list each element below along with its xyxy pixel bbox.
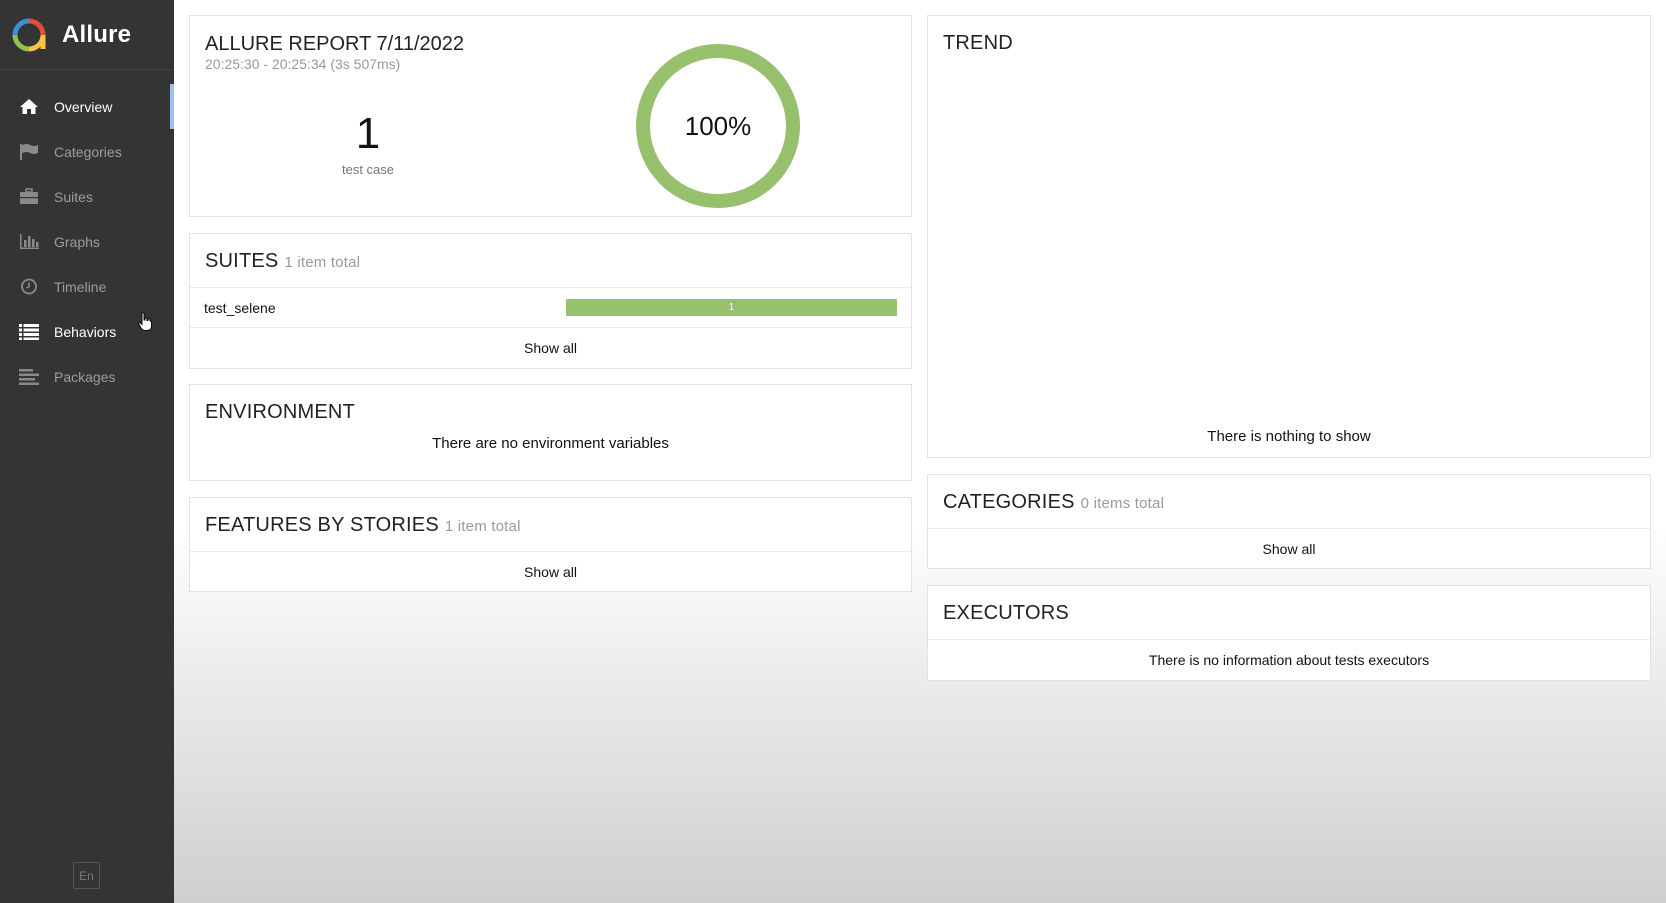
allure-logo-icon <box>12 18 46 51</box>
executors-widget: EXECUTORS There is no information about … <box>927 585 1651 681</box>
categories-show-all-link[interactable]: Show all <box>928 529 1650 569</box>
executors-header: EXECUTORS <box>928 586 1650 640</box>
categories-header: CATEGORIES 0 items total <box>928 475 1650 529</box>
environment-title: ENVIRONMENT <box>205 401 355 423</box>
suite-name: test_selene <box>204 299 276 316</box>
sidebar-nav: Overview Categories Suites Graphs Timeli… <box>0 84 174 399</box>
features-count: 1 item total <box>444 518 521 535</box>
sidebar-item-packages[interactable]: Packages <box>0 354 174 399</box>
sidebar-item-label: Categories <box>54 143 122 160</box>
language-button[interactable]: En <box>73 862 100 889</box>
trend-header: TREND <box>928 16 1650 55</box>
table-row[interactable]: test_selene 1 <box>190 288 911 328</box>
summary-widget: ALLURE REPORT 7/11/2022 20:25:30 - 20:25… <box>189 15 912 217</box>
sidebar-item-label: Graphs <box>54 233 100 250</box>
features-title-text: FEATURES BY STORIES <box>205 514 439 536</box>
brand[interactable]: Allure <box>0 0 174 70</box>
test-case-count: 1 <box>355 109 381 158</box>
list-icon <box>18 323 40 341</box>
suites-count: 1 item total <box>284 254 361 271</box>
features-header: FEATURES BY STORIES 1 item total <box>190 498 911 552</box>
report-time: 20:25:30 - 20:25:34 (3s 507ms) <box>205 56 401 72</box>
suites-title: SUITES 1 item total <box>205 250 360 272</box>
features-title: FEATURES BY STORIES 1 item total <box>205 514 521 536</box>
sidebar-item-graphs[interactable]: Graphs <box>0 219 174 264</box>
bar-chart-icon <box>18 233 40 251</box>
suites-title-text: SUITES <box>205 250 279 272</box>
sidebar-item-label: Overview <box>54 98 113 115</box>
test-case-label: test case <box>341 162 395 177</box>
report-title: ALLURE REPORT 7/11/2022 <box>205 33 465 55</box>
environment-widget: ENVIRONMENT There are no environment var… <box>189 384 912 481</box>
trend-title: TREND <box>943 32 1013 54</box>
executors-empty-message: There is no information about tests exec… <box>1148 652 1430 668</box>
features-widget: FEATURES BY STORIES 1 item total Show all <box>189 497 912 592</box>
sidebar-item-overview[interactable]: Overview <box>0 84 174 129</box>
sidebar-item-categories[interactable]: Categories <box>0 129 174 174</box>
categories-widget: CATEGORIES 0 items total Show all <box>927 474 1651 569</box>
align-left-icon <box>18 368 40 386</box>
flag-icon <box>18 143 40 161</box>
trend-empty-message: There is nothing to show <box>1207 428 1371 445</box>
sidebar-item-label: Timeline <box>54 278 107 295</box>
sidebar-item-suites[interactable]: Suites <box>0 174 174 219</box>
main-content: ALLURE REPORT 7/11/2022 20:25:30 - 20:25… <box>174 0 1666 903</box>
sidebar-item-timeline[interactable]: Timeline <box>0 264 174 309</box>
sidebar-item-label: Behaviors <box>54 323 117 340</box>
home-icon <box>18 98 40 116</box>
clock-icon <box>18 278 40 296</box>
suites-header: SUITES 1 item total <box>190 234 911 288</box>
environment-empty-message: There are no environment variables <box>432 435 669 452</box>
sidebar-item-label: Suites <box>54 188 93 205</box>
hand-cursor-icon <box>138 312 152 331</box>
trend-widget: TREND There is nothing to show <box>927 15 1651 458</box>
categories-count: 0 items total <box>1080 495 1165 512</box>
suite-passed-bar[interactable]: 1 <box>566 299 897 316</box>
suites-widget: SUITES 1 item total test_selene 1 Show al… <box>189 233 912 369</box>
brand-name: Allure <box>62 20 132 48</box>
briefcase-icon <box>18 188 40 206</box>
categories-title: CATEGORIES 0 items total <box>943 491 1164 513</box>
pass-rate-percent: 100% <box>684 110 752 141</box>
environment-header: ENVIRONMENT <box>190 385 911 435</box>
executors-title: EXECUTORS <box>943 602 1069 624</box>
features-show-all-link[interactable]: Show all <box>190 552 911 592</box>
sidebar: Allure Overview Categories Suites Graphs… <box>0 0 174 903</box>
categories-title-text: CATEGORIES <box>943 491 1075 513</box>
suites-show-all-link[interactable]: Show all <box>190 328 911 368</box>
allure-app: Allure Overview Categories Suites Graphs… <box>0 0 1666 903</box>
sidebar-item-label: Packages <box>54 368 116 385</box>
